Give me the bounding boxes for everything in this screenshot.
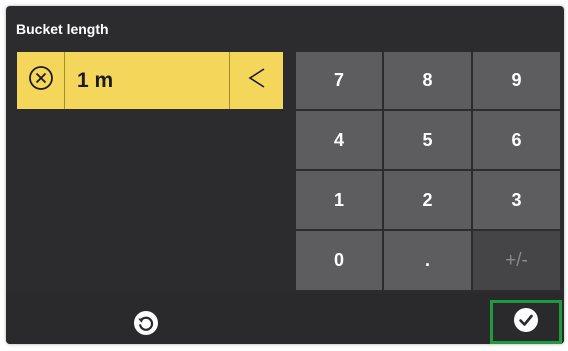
key-8[interactable]: 8: [384, 52, 471, 109]
key-3[interactable]: 3: [473, 171, 560, 229]
confirm-button[interactable]: [490, 300, 562, 344]
bottom-toolbar: [6, 293, 564, 344]
page-title: Bucket length: [16, 21, 109, 37]
value-display: 1 m: [77, 68, 114, 92]
key-0[interactable]: 0: [296, 231, 382, 290]
key-6[interactable]: 6: [473, 111, 560, 169]
chevron-left-icon: [246, 66, 268, 95]
key-2[interactable]: 2: [384, 171, 471, 229]
key-7[interactable]: 7: [296, 52, 382, 109]
clear-button[interactable]: [17, 52, 65, 109]
key-plus-minus[interactable]: +/-: [473, 231, 560, 290]
key-1[interactable]: 1: [296, 171, 382, 229]
value-input-field[interactable]: 1 m: [17, 52, 283, 109]
numeric-keypad: 7 8 9 4 5 6 1 2 3 0 . +/-: [296, 52, 560, 291]
key-5[interactable]: 5: [384, 111, 471, 169]
backspace-button[interactable]: [229, 52, 283, 109]
check-circle-icon: [513, 307, 539, 338]
reset-circle-icon: [133, 310, 159, 341]
bucket-length-dialog: Bucket length 1 m 7 8 9 4 5 6 1 2 3 0 . …: [6, 6, 564, 344]
key-4[interactable]: 4: [296, 111, 382, 169]
key-decimal[interactable]: .: [384, 231, 471, 290]
key-9[interactable]: 9: [473, 52, 560, 109]
reset-button[interactable]: [128, 310, 164, 340]
circle-x-icon: [28, 65, 54, 96]
